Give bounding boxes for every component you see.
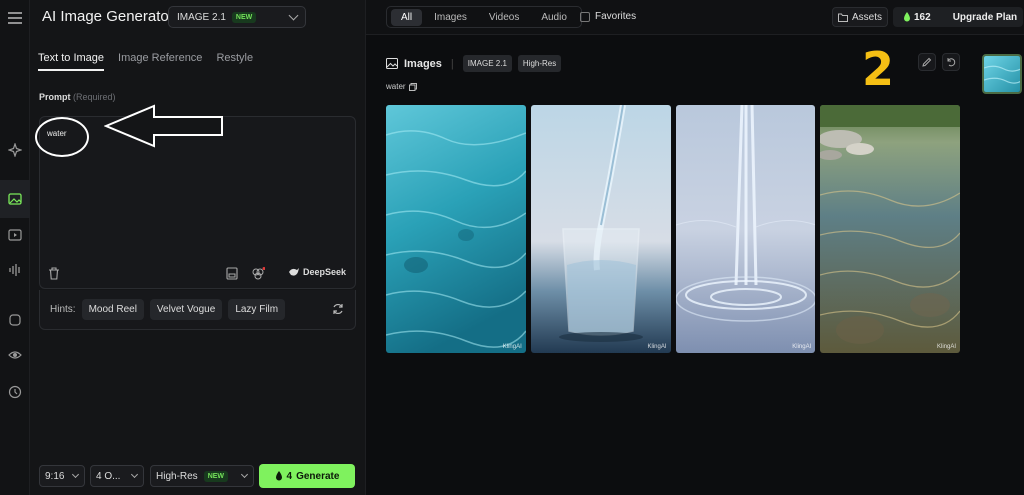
mode-tabs: Text to Image Image Reference Restyle [38,52,253,71]
copy-icon[interactable] [408,82,417,91]
images-header: Images | IMAGE 2.1 High-Res [386,55,562,72]
hints-label: Hints: [50,304,76,315]
hint-chip[interactable]: Lazy Film [228,299,286,320]
images-title: Images [404,57,442,70]
filter-all[interactable]: All [391,8,423,26]
generate-button[interactable]: 4 Generate [259,464,355,488]
folder-icon [837,13,848,22]
undo-button[interactable] [942,53,960,71]
annotation-arrow-icon [104,104,223,148]
generated-image[interactable]: KlingAI [820,105,960,353]
chevron-down-icon [288,10,299,21]
top-bar: All Images Videos Audio Favorites Assets… [366,0,1024,35]
watermark: KlingAI [792,344,812,350]
generate-label: Generate [296,470,340,482]
image-gallery: KlingAI KlingAI KlingAI KlingAI [386,105,960,353]
image-icon [386,58,398,69]
prompt-input[interactable]: water DeepSeek [35,104,356,289]
history-icon[interactable] [5,382,25,402]
whale-icon [289,268,299,276]
hint-chip[interactable]: Mood Reel [81,299,144,320]
upgrade-plan-button[interactable]: Upgrade Plan [953,12,1017,23]
credits-bar[interactable]: 162 Upgrade Plan [893,7,1023,27]
model-select[interactable]: IMAGE 2.1 NEW [168,6,306,28]
filter-images[interactable]: Images [424,9,477,26]
quality-tag: High-Res [517,55,562,72]
hints-bar: Hints: Mood Reel Velvet Vogue Lazy Film [39,290,356,330]
tab-restyle[interactable]: Restyle [216,52,253,71]
annotation-number: 2 [862,42,895,96]
watermark: KlingAI [502,344,522,350]
watermark: KlingAI [647,344,667,350]
layers-icon[interactable] [5,310,25,330]
tab-text-to-image[interactable]: Text to Image [38,52,105,71]
deepseek-label: DeepSeek [303,267,347,277]
eye-icon[interactable] [5,345,25,365]
media-filter: All Images Videos Audio [386,6,582,28]
credit-count: 162 [914,11,931,23]
generated-image[interactable]: KlingAI [530,105,671,353]
image-icon[interactable] [0,180,30,218]
generated-image[interactable]: KlingAI [675,105,816,353]
page-title: AI Image Generator [42,8,174,25]
quality-select[interactable]: High-Res NEW [150,465,254,487]
flame-icon [275,471,282,481]
generate-cost: 4 [286,470,293,482]
filter-videos[interactable]: Videos [479,9,529,26]
watermark: KlingAI [936,344,956,350]
video-icon[interactable] [5,225,25,245]
model-tag: IMAGE 2.1 [462,55,512,72]
tab-image-reference[interactable]: Image Reference [118,52,202,71]
nav-rail [0,0,30,495]
prompt-reference: water [386,82,417,91]
audio-icon[interactable] [5,260,25,280]
output-count-select[interactable]: 4 O... [90,465,144,487]
annotation-circle [35,117,89,157]
history-thumbnail[interactable] [982,54,1022,94]
new-badge: NEW [203,470,229,482]
hint-chip[interactable]: Velvet Vogue [149,299,223,320]
edit-icon [922,57,932,67]
deepseek-button[interactable]: DeepSeek [288,267,346,277]
aspect-ratio-select[interactable]: 9:16 [39,465,85,487]
flame-icon [904,12,910,22]
filter-audio[interactable]: Audio [531,9,577,26]
trash-icon[interactable] [48,267,60,283]
generated-image[interactable]: KlingAI [386,105,526,353]
favorites-checkbox[interactable] [580,11,590,22]
favorites-toggle[interactable]: Favorites [580,11,636,22]
model-name: IMAGE 2.1 [177,11,226,23]
assets-button[interactable]: Assets [832,7,888,27]
required-hint: (Required) [73,92,116,102]
sparkle-icon[interactable] [5,140,25,160]
edit-button[interactable] [918,53,936,71]
new-badge: NEW [231,11,257,23]
refresh-icon[interactable] [332,303,344,318]
prompt-label: Prompt (Required) [39,92,116,102]
save-icon[interactable] [226,267,238,283]
effects-icon[interactable] [251,267,266,283]
menu-icon[interactable] [5,8,25,28]
generator-panel: AI Image Generator IMAGE 2.1 NEW Text to… [30,0,366,495]
undo-icon [947,58,956,67]
